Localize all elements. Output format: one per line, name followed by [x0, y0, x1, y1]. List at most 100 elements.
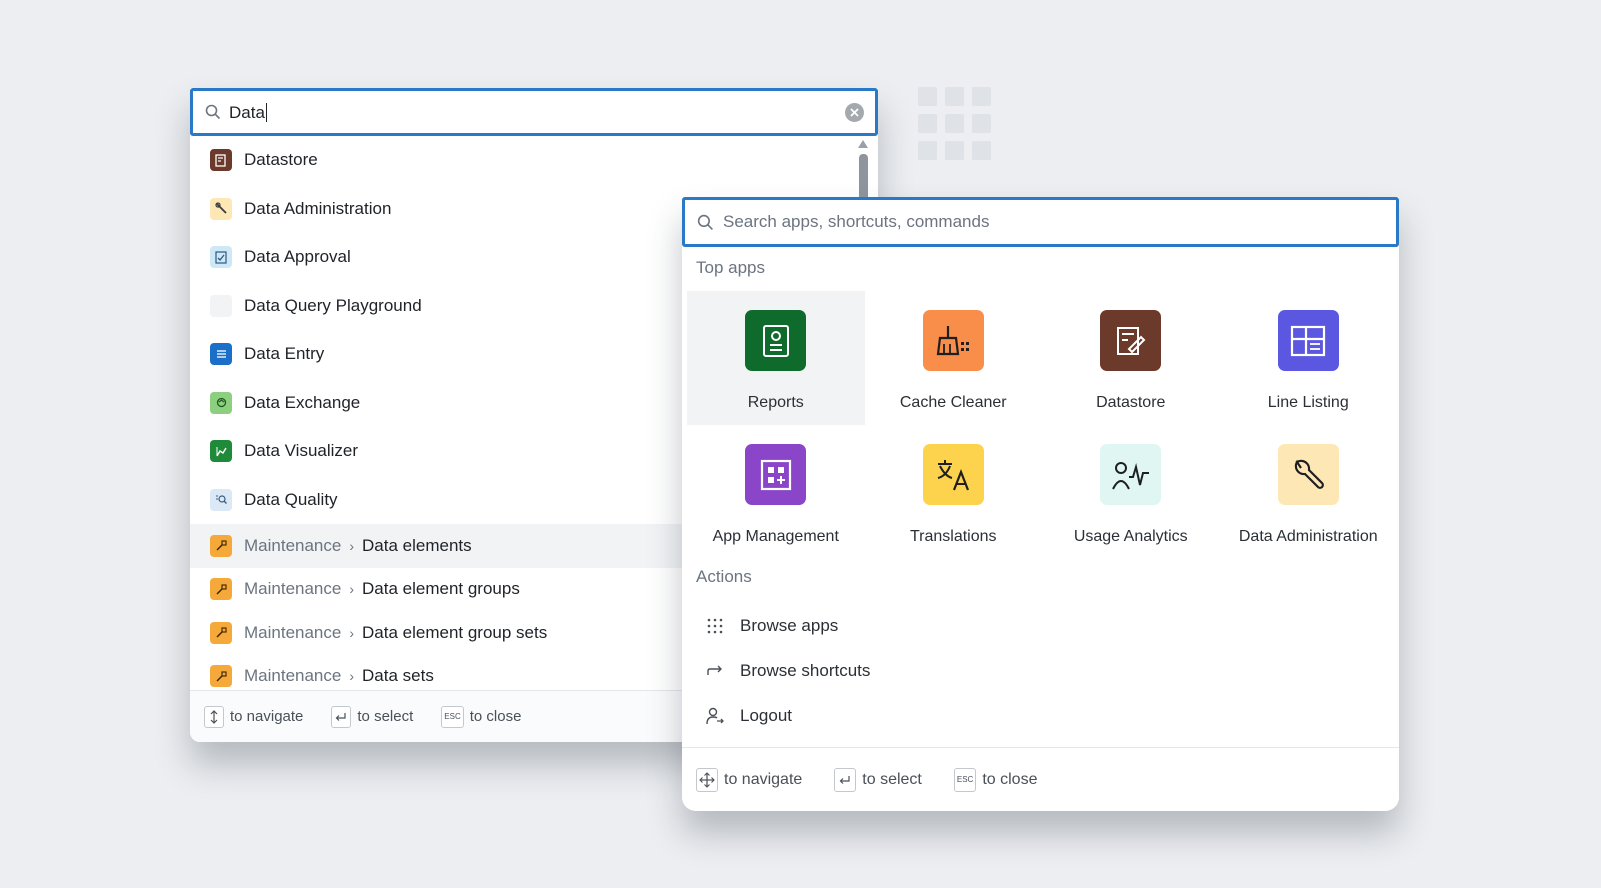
top-apps-heading: Top apps — [696, 258, 765, 277]
shortcut-parent: Maintenance — [244, 535, 342, 555]
chevron-right-icon: › — [349, 537, 355, 554]
shortcut-arrow-icon — [704, 660, 726, 682]
keyboard-hints: to navigate to select ESC to close — [682, 747, 1399, 811]
hint-text: to navigate — [724, 770, 803, 788]
grid-cell — [972, 114, 991, 133]
app-tile-data-administration[interactable]: Data Administration — [1220, 425, 1398, 559]
grid-cell — [918, 141, 937, 160]
hint-text: to navigate — [230, 708, 304, 725]
shortcut-label: Data element group sets — [362, 622, 548, 642]
approval-icon — [210, 246, 232, 269]
hint-text: to close — [469, 708, 522, 725]
wrench-icon — [1277, 444, 1339, 505]
grid-cell — [972, 141, 991, 160]
action-label: Browse shortcuts — [740, 660, 871, 680]
result-label: Datastore — [244, 150, 318, 170]
scroll-up-icon[interactable] — [858, 140, 868, 148]
maintenance-icon — [210, 665, 232, 688]
command-search-field[interactable]: Search apps, shortcuts, commands — [682, 197, 1399, 247]
app-label: Usage Analytics — [1073, 528, 1188, 545]
app-label: Reports — [747, 394, 804, 411]
grid-cell — [918, 114, 937, 133]
enter-key-icon — [331, 705, 352, 728]
app-tile-usage-analytics[interactable]: Usage Analytics — [1042, 425, 1220, 559]
app-tile-app-management[interactable]: App Management — [687, 425, 865, 559]
close-icon — [850, 108, 859, 117]
app-tile-translations[interactable]: Translations — [865, 425, 1043, 559]
action-logout[interactable]: Logout — [682, 693, 1399, 738]
actions-list: Browse apps Browse shortcuts Logout — [682, 603, 1399, 738]
action-browse-shortcuts[interactable]: Browse shortcuts — [682, 648, 1399, 693]
app-tile-cache-cleaner[interactable]: Cache Cleaner — [865, 291, 1043, 425]
chevron-right-icon: › — [349, 668, 355, 685]
quality-icon — [210, 488, 232, 511]
line-listing-icon — [1277, 310, 1339, 371]
action-browse-apps[interactable]: Browse apps — [682, 603, 1399, 648]
result-label: Data Entry — [244, 344, 325, 364]
result-label: Data Visualizer — [244, 441, 359, 461]
search-icon — [205, 104, 221, 120]
app-label: Cache Cleaner — [899, 394, 1007, 411]
hint-text: to close — [982, 770, 1038, 788]
shortcut-label: Data sets — [362, 666, 434, 686]
command-palette: Search apps, shortcuts, commands Top app… — [682, 197, 1399, 811]
decorative-grid — [918, 87, 991, 160]
grid-dots-icon — [704, 615, 726, 637]
top-apps-grid: Reports Cache Cleaner Datastore Line Lis… — [687, 291, 1397, 559]
app-tile-reports[interactable]: Reports — [687, 291, 865, 425]
app-label: App Management — [712, 528, 839, 545]
app-label: Data Administration — [1238, 528, 1378, 545]
result-label: Data Exchange — [244, 392, 361, 412]
result-item-datastore[interactable]: Datastore — [190, 136, 878, 185]
app-label: Line Listing — [1267, 394, 1349, 411]
esc-key-icon: ESC — [441, 705, 464, 728]
shortcut-label: Data elements — [362, 535, 472, 555]
clear-search-button[interactable] — [845, 103, 864, 122]
exchange-icon — [210, 391, 232, 414]
search-icon — [697, 214, 713, 230]
grid-cell — [918, 87, 937, 106]
actions-heading: Actions — [696, 567, 752, 586]
shortcut-parent: Maintenance — [244, 579, 342, 599]
chevron-right-icon: › — [349, 624, 355, 641]
search-placeholder[interactable]: Search apps, shortcuts, commands — [723, 212, 989, 232]
hint-text: to select — [357, 708, 414, 725]
action-label: Logout — [740, 705, 792, 725]
datastore-icon — [1100, 310, 1162, 371]
translations-icon — [922, 444, 984, 505]
shortcut-parent: Maintenance — [244, 666, 342, 686]
app-tile-datastore[interactable]: Datastore — [1042, 291, 1220, 425]
esc-key-icon: ESC — [953, 767, 977, 792]
cache-cleaner-icon — [922, 310, 984, 371]
logout-icon — [704, 705, 726, 727]
maintenance-icon — [210, 578, 232, 601]
action-label: Browse apps — [740, 615, 839, 635]
hint-select: to select — [834, 767, 922, 792]
hint-close: ESC to close — [953, 767, 1038, 792]
result-label: Data Quality — [244, 489, 338, 509]
search-input[interactable]: Data — [229, 102, 267, 122]
grid-cell — [945, 114, 964, 133]
enter-key-icon — [834, 767, 857, 792]
hint-text: to select — [862, 770, 922, 788]
hint-close: ESC to close — [441, 705, 522, 728]
entry-icon — [210, 343, 232, 366]
hint-select: to select — [331, 705, 414, 728]
result-label: Data Administration — [244, 198, 392, 218]
grid-cell — [972, 87, 991, 106]
arrow-keys-icon — [204, 705, 224, 728]
app-label: Translations — [909, 528, 997, 545]
maintenance-icon — [210, 534, 232, 557]
hint-navigate: to navigate — [204, 705, 304, 728]
hint-navigate: to navigate — [696, 767, 803, 792]
grid-cell — [945, 87, 964, 106]
app-search-field[interactable]: Data — [190, 88, 878, 136]
scrollbar[interactable] — [858, 140, 868, 204]
query-icon — [210, 294, 232, 317]
app-management-icon — [745, 444, 807, 505]
visualizer-icon — [210, 440, 232, 463]
usage-analytics-icon — [1100, 444, 1162, 505]
reports-icon — [745, 310, 807, 371]
app-tile-line-listing[interactable]: Line Listing — [1220, 291, 1398, 425]
arrow-keys-icon — [696, 767, 718, 792]
